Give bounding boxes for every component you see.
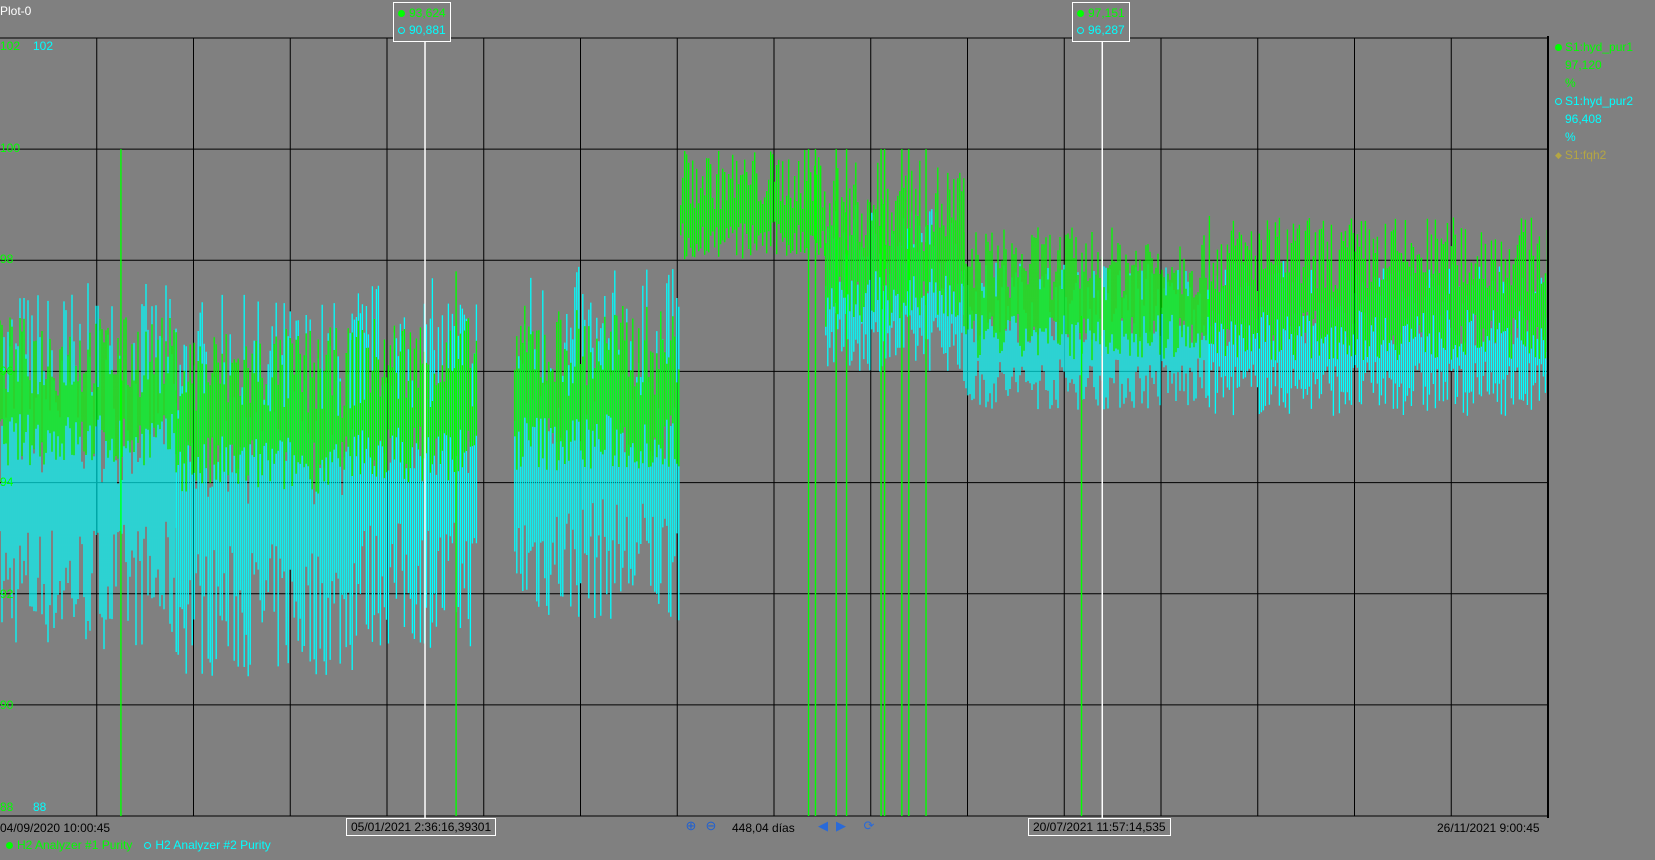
bottom-legend-series1[interactable]: H2 Analyzer #1 Purity	[17, 838, 132, 852]
cursor-1-value-box: 93,624 90,881	[393, 2, 451, 42]
legend-series2-name[interactable]: S1:hyd_pur2	[1565, 92, 1633, 110]
trend-window: Plot-0 102 102 100 98 96 94 92 90 88 88 …	[0, 0, 1655, 860]
zoom-controls: ⊕ ⊖	[683, 818, 719, 834]
cursor-1-time-box[interactable]: 05/01/2021 2:36:16,39301	[346, 818, 497, 836]
legend-series1-name[interactable]: S1:hyd_pur1	[1565, 38, 1633, 56]
bottom-legend-series2[interactable]: H2 Analyzer #2 Purity	[155, 838, 270, 852]
legend-series2-value: 96,408	[1565, 112, 1602, 126]
cursor-2-time-box[interactable]: 20/07/2021 11:57:14,535	[1028, 818, 1171, 836]
legend-series2-unit: %	[1565, 130, 1576, 144]
zoom-in-icon[interactable]: ⊕	[683, 818, 699, 834]
time-navigation: ◀ ▶ ⟳	[815, 818, 877, 834]
x-axis-end-time: 26/11/2021 9:00:45	[1437, 821, 1540, 835]
series2-marker-icon	[398, 27, 405, 34]
time-span-label: 448,04 días	[732, 821, 795, 835]
plot-title: Plot-0	[0, 4, 32, 18]
cursor-2-value1: 97,151	[1088, 6, 1125, 20]
cursor-1-value1: 93,624	[409, 6, 446, 20]
y-tick-100: 100	[0, 141, 21, 155]
refresh-icon[interactable]: ⟳	[861, 818, 877, 834]
y-tick-94: 94	[0, 475, 14, 489]
series2-marker-icon	[144, 841, 152, 849]
series1-marker-icon	[398, 10, 405, 17]
y-tick-96: 96	[0, 364, 14, 378]
x-axis-start-time: 04/09/2020 10:00:45	[0, 821, 111, 835]
series3-diamond-icon: ◆	[1555, 150, 1562, 160]
series1-marker-icon	[1077, 10, 1084, 17]
legend-series1-value: 97,120	[1565, 58, 1602, 72]
y-tick-92: 92	[0, 587, 14, 601]
legend-series1-unit: %	[1565, 76, 1576, 90]
cursor-2-value2: 96,287	[1088, 23, 1125, 37]
cursor-2-value-box: 97,151 96,287	[1072, 2, 1130, 42]
cursor-1-value2: 90,881	[409, 23, 446, 37]
right-legend: S1:hyd_pur1 97,120 % S1:hyd_pur2 96,408 …	[1555, 38, 1633, 164]
y-tick-88-series2: 88	[33, 800, 47, 814]
triangle-right-icon[interactable]: ▶	[833, 818, 849, 834]
y-tick-102: 102	[0, 39, 21, 53]
series2-marker-icon	[1077, 27, 1084, 34]
triangle-left-icon[interactable]: ◀	[815, 818, 831, 834]
y-tick-90: 90	[0, 698, 14, 712]
y-tick-98: 98	[0, 252, 14, 266]
zoom-out-icon[interactable]: ⊖	[703, 818, 719, 834]
legend-series3-name[interactable]: S1:fqh2	[1565, 146, 1606, 164]
y-tick-102-series2: 102	[33, 39, 54, 53]
bottom-legend: H2 Analyzer #1 Purity H2 Analyzer #2 Pur…	[6, 838, 271, 852]
y-tick-88: 88	[0, 800, 14, 814]
trend-plot[interactable]	[0, 0, 1655, 860]
series2-marker-icon	[1555, 97, 1562, 105]
series1-marker-icon	[1555, 43, 1562, 51]
series1-marker-icon	[6, 841, 13, 849]
